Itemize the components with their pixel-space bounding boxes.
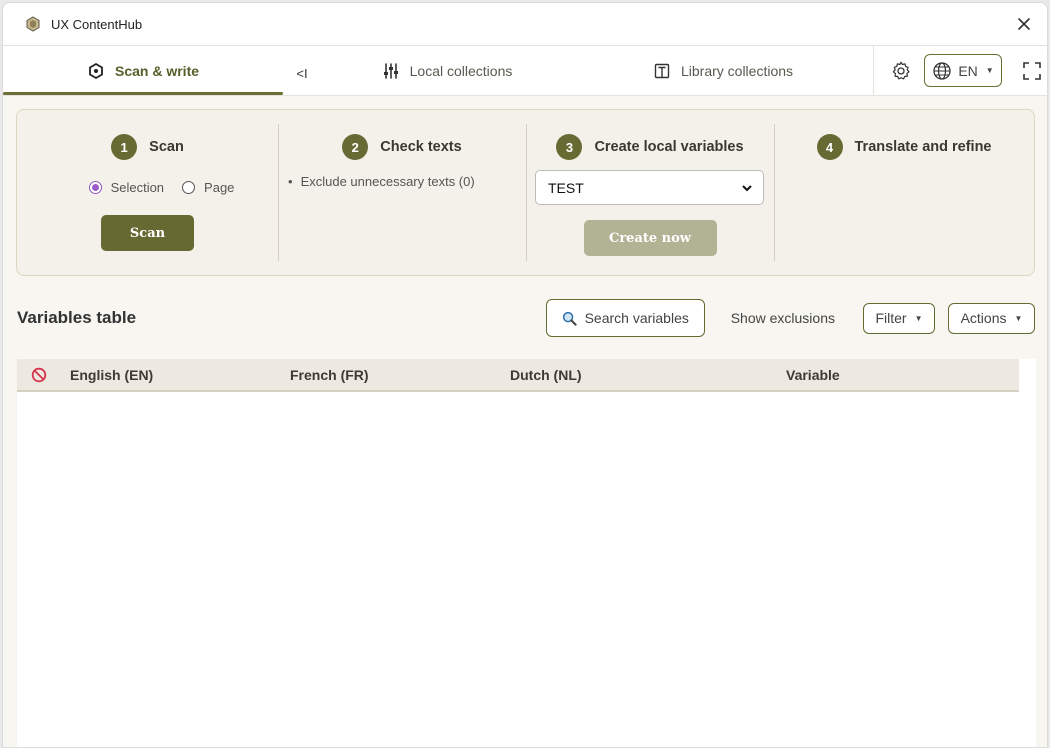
step-number: 4 <box>816 134 843 160</box>
exclude-texts-item[interactable]: Exclude unnecessary texts (0) <box>288 174 526 189</box>
radio-page[interactable]: Page <box>182 180 234 195</box>
actions-label: Actions <box>960 310 1007 326</box>
caret-down-icon: ▼ <box>914 313 923 323</box>
column-header-variable[interactable]: Variable <box>786 367 1019 383</box>
caret-down-icon: ▼ <box>1014 313 1023 323</box>
filter-label: Filter <box>875 310 907 326</box>
radio-selection[interactable]: Selection <box>88 180 165 195</box>
step-check-header: 2 Check texts <box>278 134 526 160</box>
close-icon[interactable] <box>1015 15 1033 33</box>
actions-dropdown[interactable]: Actions ▼ <box>948 302 1035 334</box>
title-bar: UX ContentHub <box>3 3 1047 46</box>
step-create-header: 3 Create local variables <box>526 134 774 160</box>
show-exclusions-link[interactable]: Show exclusions <box>731 310 835 326</box>
collapse-sidebar-button[interactable]: <I <box>283 46 321 95</box>
filter-dropdown[interactable]: Filter ▼ <box>863 302 935 334</box>
radio-selection-dot[interactable] <box>88 181 102 194</box>
collection-select-value: TEST <box>548 179 584 196</box>
hexagon-icon <box>89 62 103 79</box>
plugin-window: UX ContentHub Scan & write <I Local coll… <box>2 2 1048 748</box>
step-number: 3 <box>556 134 583 160</box>
collection-select[interactable]: TEST <box>535 170 764 205</box>
search-icon <box>562 311 577 326</box>
column-header-dutch[interactable]: Dutch (NL) <box>510 367 786 383</box>
radio-selection-label: Selection <box>110 180 165 195</box>
step-number: 2 <box>342 134 369 160</box>
step-translate-header: 4 Translate and refine <box>774 134 1034 160</box>
radio-page-label: Page <box>204 180 235 195</box>
scan-scope-radios: Selection Page <box>45 180 278 195</box>
step-translate: 4 Translate and refine <box>774 110 1034 275</box>
language-dropdown[interactable]: EN ▼ <box>924 54 1002 87</box>
step-number: 1 <box>111 134 138 160</box>
step-title: Translate and refine <box>854 139 992 155</box>
workflow-steps-panel: 1 Scan Selection Page Scan 2 Check texts <box>16 109 1035 276</box>
language-label: EN <box>958 62 978 79</box>
scan-button[interactable]: Scan <box>101 215 194 251</box>
toolbar-tools: EN ▼ <box>873 46 1047 95</box>
sliders-icon <box>383 62 398 79</box>
tab-scan-write[interactable]: Scan & write <box>3 46 283 95</box>
variables-table: English (EN) French (FR) Dutch (NL) Vari… <box>17 359 1036 747</box>
caret-down-icon: ▼ <box>985 66 994 75</box>
radio-page-dot[interactable] <box>182 181 196 194</box>
fullscreen-icon[interactable] <box>1022 61 1042 81</box>
step-title: Check texts <box>380 139 462 155</box>
step-scan: 1 Scan Selection Page Scan <box>17 110 278 275</box>
variables-table-title: Variables table <box>17 308 137 327</box>
gear-icon[interactable] <box>890 60 912 82</box>
variables-table-header: Variables table Search variables Show ex… <box>17 298 1035 338</box>
globe-icon <box>933 61 951 80</box>
column-header-french[interactable]: French (FR) <box>290 367 510 383</box>
tab-local-collections[interactable]: Local collections <box>321 46 573 95</box>
tab-library-collections[interactable]: Library collections <box>573 46 873 95</box>
step-title: Scan <box>149 139 184 155</box>
library-book-icon <box>654 63 670 78</box>
app-logo-icon <box>26 16 40 32</box>
table-header-row: English (EN) French (FR) Dutch (NL) Vari… <box>17 359 1019 392</box>
tab-scan-write-label: Scan & write <box>114 62 200 79</box>
step-title: Create local variables <box>594 139 744 155</box>
step-create-variables: 3 Create local variables TEST Create now <box>526 110 774 275</box>
tab-bar: Scan & write <I Local collections Librar… <box>3 46 1047 96</box>
ban-icon[interactable] <box>31 367 47 383</box>
step-check-texts: 2 Check texts Exclude unnecessary texts … <box>278 110 526 275</box>
column-header-english[interactable]: English (EN) <box>70 367 290 383</box>
tab-local-collections-label: Local collections <box>409 62 513 79</box>
search-variables-button[interactable]: Search variables <box>545 299 705 337</box>
check-list: Exclude unnecessary texts (0) <box>288 174 526 189</box>
window-title: UX ContentHub <box>51 16 143 32</box>
create-now-button[interactable]: Create now <box>583 220 717 256</box>
chevron-down-icon <box>742 184 752 191</box>
tab-library-collections-label: Library collections <box>680 62 794 79</box>
step-scan-header: 1 Scan <box>17 134 278 160</box>
search-variables-label: Search variables <box>584 310 689 326</box>
